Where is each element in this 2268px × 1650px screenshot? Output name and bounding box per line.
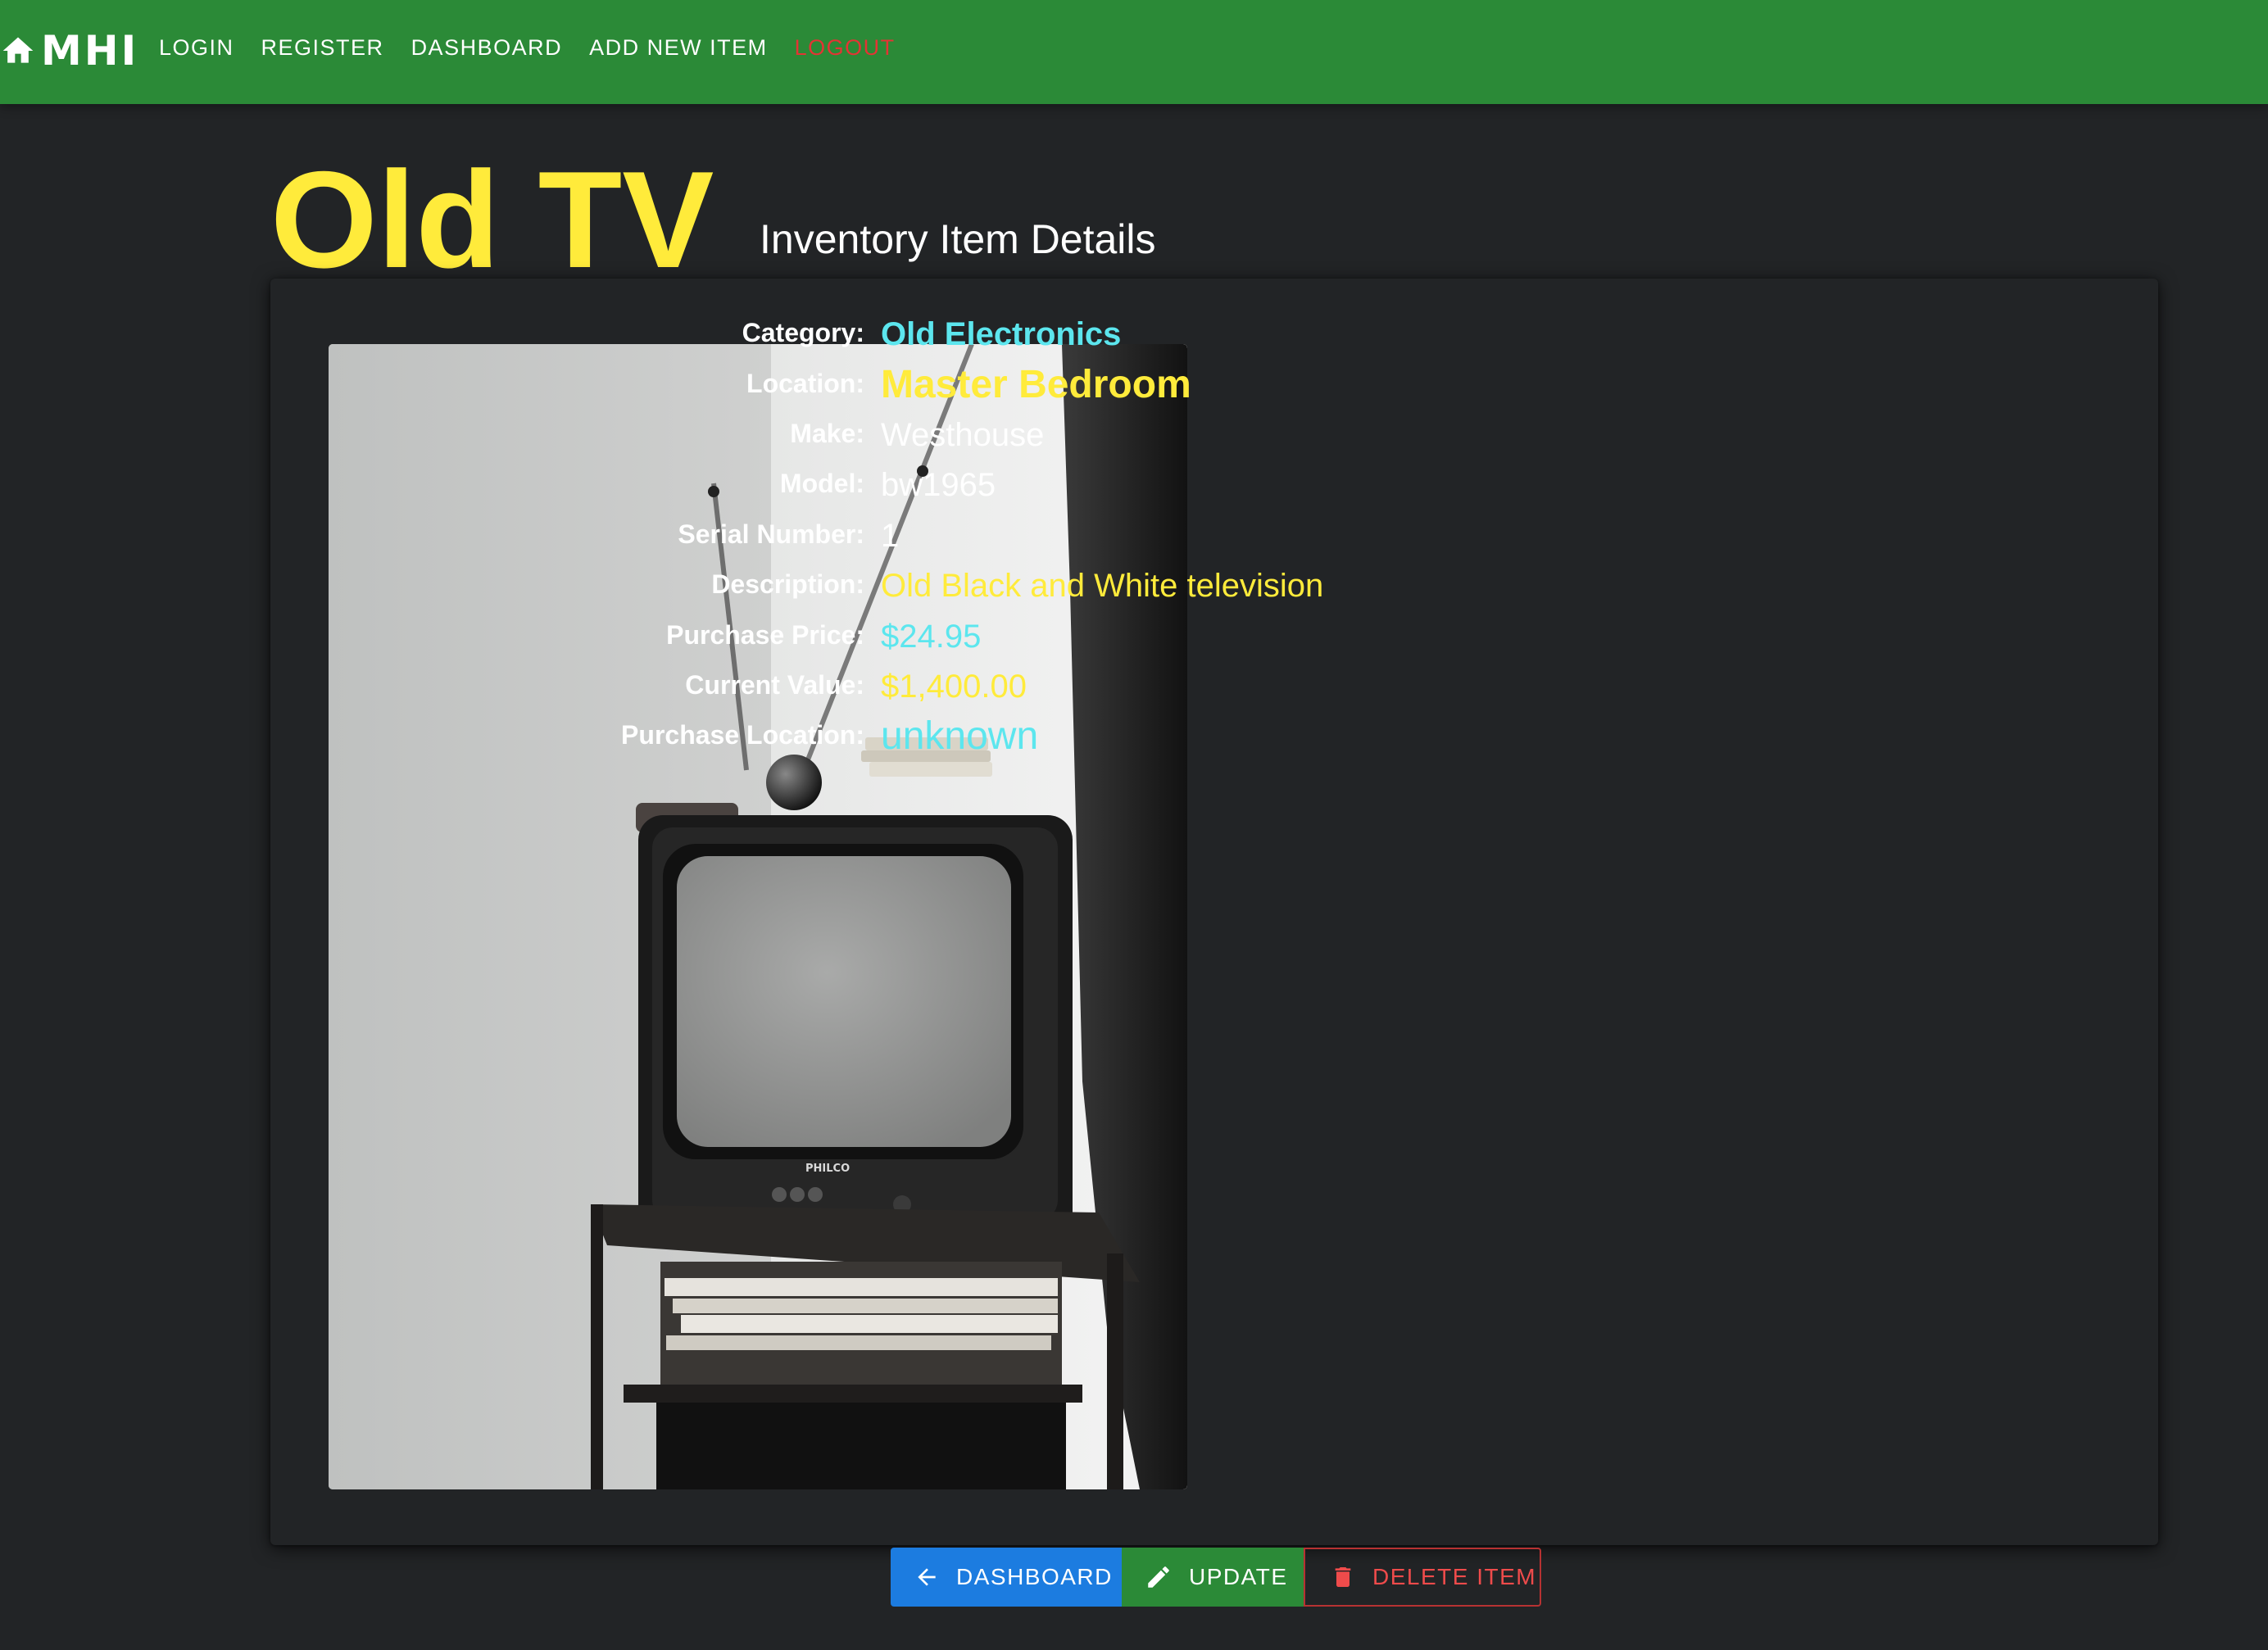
pencil-icon — [1145, 1563, 1173, 1591]
detail-label-make: Make: — [790, 419, 864, 448]
delete-item-button[interactable]: DELETE ITEM — [1304, 1548, 1541, 1607]
dashboard-button-label: DASHBOARD — [956, 1564, 1113, 1589]
item-action-buttons: DASHBOARD UPDATE DELETE ITEM — [891, 1548, 1541, 1607]
tv-brand-text: PHILCO — [805, 1163, 850, 1175]
nav-register-link[interactable]: REGISTER — [261, 35, 384, 61]
detail-value-model: bw1965 — [881, 467, 996, 503]
page-subtitle: Inventory Item Details — [760, 216, 1156, 262]
trash-icon — [1330, 1563, 1356, 1591]
detail-label-purchase-location: Purchase Location: — [621, 720, 864, 750]
detail-value-purchase-location: unknown — [881, 714, 1039, 758]
brand-logo-text: MHI — [41, 27, 139, 75]
item-title: Old TV — [270, 143, 714, 297]
update-button-label: UPDATE — [1189, 1564, 1288, 1589]
detail-value-serial-number: 1 — [881, 518, 900, 554]
nav-add-new-item-link[interactable]: ADD NEW ITEM — [589, 35, 768, 61]
detail-label-current-value: Current Value: — [685, 670, 864, 700]
arrow-left-icon — [914, 1564, 940, 1590]
detail-value-category: Old Electronics — [881, 316, 1122, 352]
nav-login-link[interactable]: LOGIN — [159, 35, 234, 61]
detail-label-purchase-price: Purchase Price: — [666, 620, 864, 650]
detail-label-model: Model: — [779, 469, 864, 498]
detail-value-description: Old Black and White television — [881, 568, 1324, 604]
item-photo: PHILCO — [329, 344, 1187, 1489]
delete-item-button-label: DELETE ITEM — [1372, 1564, 1537, 1589]
detail-value-current-value: $1,400.00 — [881, 669, 1027, 705]
detail-label-serial-number: Serial Number: — [678, 519, 864, 549]
home-icon — [0, 33, 36, 69]
detail-label-description: Description: — [711, 569, 864, 599]
detail-value-make: Westhouse — [881, 417, 1045, 453]
nav-dashboard-link[interactable]: DASHBOARD — [411, 35, 563, 61]
detail-value-location: Master Bedroom — [881, 363, 1191, 406]
detail-label-location: Location: — [746, 369, 864, 398]
update-button[interactable]: UPDATE — [1122, 1548, 1304, 1607]
brand-home-link[interactable]: MHI — [0, 28, 138, 74]
detail-value-purchase-price: $24.95 — [881, 619, 982, 655]
top-navbar: MHI LOGIN REGISTER DASHBOARD ADD NEW ITE… — [0, 0, 2268, 104]
nav-logout-link[interactable]: LOGOUT — [795, 35, 896, 61]
dashboard-button[interactable]: DASHBOARD — [891, 1548, 1122, 1607]
detail-label-category: Category: — [742, 318, 864, 347]
item-details-card: PHILCO Category: Old Electronics Locatio… — [270, 279, 2158, 1545]
nav-links: LOGIN REGISTER DASHBOARD ADD NEW ITEM LO… — [159, 0, 896, 95]
